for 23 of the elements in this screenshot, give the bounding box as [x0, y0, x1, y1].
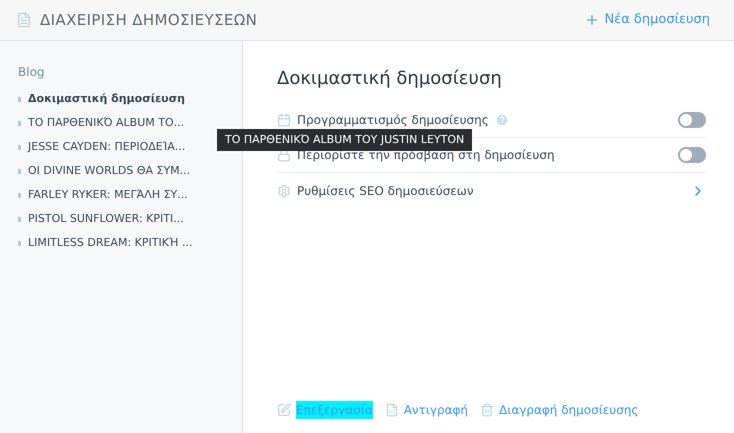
post-title: Δοκιμαστική δημοσίευση [277, 67, 502, 91]
toggle-switch[interactable] [678, 112, 706, 128]
sidebar-item[interactable]: LIMITLESS DREAM: ΚΡΙΤΙΚΉ ... [18, 231, 192, 255]
trash-icon [480, 403, 494, 417]
setting-label: Ρυθμίσεις SEO δημοσιεύσεων [297, 182, 474, 200]
document-icon [16, 12, 32, 28]
sidebar-item[interactable]: PISTOL SUNFLOWER: ΚΡΙΤΙ... [18, 207, 184, 231]
tooltip: ΤΟ ΠΑΡΘΕΝΙΚΌ ALBUM ΤΟΥ JUSTIN LEYTON [217, 129, 472, 151]
sidebar-item[interactable]: FARLEY RYKER: ΜΕΓΆΛΗ ΣΥ... [18, 183, 188, 207]
page-title: ΔΙΑΧΕΙΡΙΣΗ ΔΗΜΟΣΙΕΥΣΕΩΝ [40, 10, 258, 31]
setting-label: Προγραμματισμός δημοσίευσης [297, 112, 489, 129]
lock-icon [277, 148, 291, 162]
settings-icon [277, 184, 291, 198]
edit-icon [277, 403, 291, 417]
help-icon[interactable] [494, 113, 509, 127]
sidebar-item[interactable]: ΤΟ ΠΑΡΘΕΝΙΚΌ ALBUM ΤΟ... [18, 111, 184, 135]
sidebar-heading: Blog [18, 64, 45, 81]
sidebar-item[interactable]: JESSE CAYDEN: ΠΕΡΙΟΔΕΊΑ... [18, 135, 186, 159]
sidebar-item[interactable]: OI DIVINE WORLDS ΘΑ ΣΥΜ... [18, 159, 190, 183]
sidebar-item[interactable]: Δοκιμαστική δημοσίευση [18, 87, 186, 111]
document-icon [384, 403, 399, 417]
toggle-switch[interactable] [678, 147, 706, 163]
calendar-icon [277, 113, 291, 127]
